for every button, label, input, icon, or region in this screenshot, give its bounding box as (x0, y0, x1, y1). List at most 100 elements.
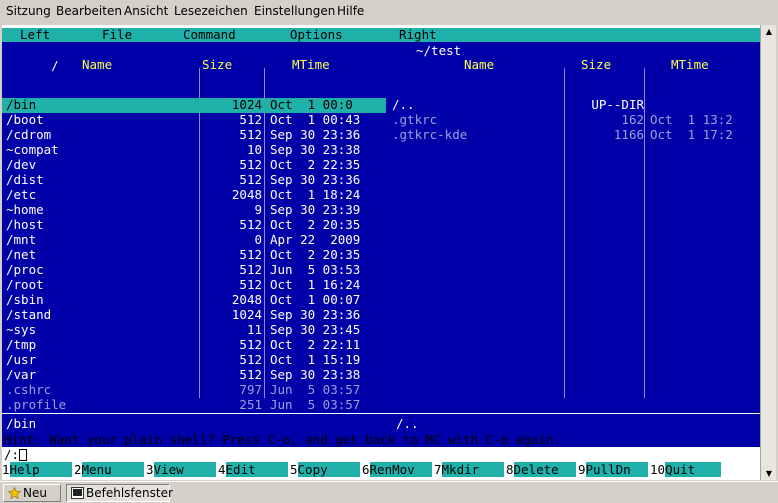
left-file-mtime: Oct 1 18:24 (270, 187, 361, 202)
left-file-row[interactable]: ~compat 10 Sep 30 23:38 (2, 142, 386, 158)
left-file-size: 2048 (231, 187, 262, 202)
right-panel[interactable]: ~/test Name Size MTime /.. UP--DIR .gtkrc 1… (386, 42, 760, 447)
fkey-number: 3 (146, 462, 154, 477)
fkey-menu[interactable]: 2Menu (74, 462, 144, 477)
left-file-name: ~home (6, 202, 44, 217)
left-file-row[interactable]: /boot 512 Oct 1 00:43 (2, 112, 386, 128)
terminal-icon (71, 487, 84, 499)
left-file-size: 512 (239, 217, 262, 232)
left-file-row[interactable]: /mnt 0 Apr 22 2009 (2, 232, 386, 248)
scroll-up-icon[interactable]: ▲ (764, 27, 774, 36)
right-col-size[interactable]: Size (581, 57, 611, 72)
fkey-edit[interactable]: 4Edit (218, 462, 288, 477)
right-panel-status: /.. (396, 416, 419, 431)
vertical-scrollbar[interactable]: ▲ ▼ (760, 25, 776, 480)
left-file-row[interactable]: /sbin 2048 Oct 1 00:07 (2, 292, 386, 308)
left-file-row[interactable]: /tmp 512 Oct 2 22:11 (2, 337, 386, 353)
left-file-row[interactable]: /usr 512 Oct 1 15:19 (2, 352, 386, 368)
left-file-mtime: Apr 22 2009 (270, 232, 361, 247)
right-col-name[interactable]: Name (464, 57, 494, 72)
command-prompt[interactable]: /: (4, 447, 28, 462)
right-file-name: .gtkrc-kde (392, 127, 468, 142)
left-file-name: /stand (6, 307, 52, 322)
left-file-size: 512 (239, 172, 262, 187)
left-file-mtime: Sep 30 23:36 (270, 172, 361, 187)
right-col-mtime[interactable]: MTime (671, 57, 709, 72)
fkey-view[interactable]: 3View (146, 462, 216, 477)
fkey-mkdir[interactable]: 7Mkdir (434, 462, 504, 477)
mc-menu-options[interactable]: Options (290, 27, 343, 42)
fkey-number: 6 (362, 462, 370, 477)
left-file-name: /dist (6, 172, 44, 187)
menu-sitzung[interactable]: Sitzung (6, 4, 51, 18)
left-file-row[interactable]: .profile 251 Jun 5 03:57 (2, 397, 386, 413)
left-file-row[interactable]: .cshrc 797 Jun 5 03:57 (2, 382, 386, 398)
right-file-row[interactable]: .gtkrc 162 Oct 1 13:2 (386, 112, 760, 128)
fkey-copy[interactable]: 5Copy (290, 462, 360, 477)
right-file-row[interactable]: /.. UP--DIR (386, 97, 760, 113)
left-col-size[interactable]: Size (202, 57, 232, 72)
hint-line: Hint: Want your plain shell? Press C-o, … (4, 432, 561, 447)
right-file-row[interactable]: .gtkrc-kde 1166 Oct 1 17:2 (386, 127, 760, 143)
mc-menu-right[interactable]: Right (399, 27, 437, 42)
fkey-number: 8 (506, 462, 514, 477)
new-star-icon (8, 487, 21, 499)
left-file-row[interactable]: /cdrom 512 Sep 30 23:36 (2, 127, 386, 143)
session-tab-befehlsfenster[interactable]: Befehlsfenster (66, 484, 173, 502)
left-file-size: 797 (239, 382, 262, 397)
fkey-help[interactable]: 1Help (2, 462, 72, 477)
mc-menu-file[interactable]: File (102, 27, 132, 42)
menu-lesezeichen[interactable]: Lesezeichen (174, 4, 248, 18)
scroll-down-icon[interactable]: ▼ (764, 469, 774, 478)
left-file-name: .profile (6, 397, 67, 412)
left-file-row[interactable]: /net 512 Oct 2 20:35 (2, 247, 386, 263)
fkey-label: Menu (81, 462, 144, 477)
left-file-row[interactable]: /var 512 Sep 30 23:38 (2, 367, 386, 383)
mc-menu-command[interactable]: Command (183, 27, 236, 42)
left-panel-separator (2, 413, 386, 414)
fkey-delete[interactable]: 8Delete (506, 462, 576, 477)
mc-menu-left[interactable]: Left (20, 27, 50, 42)
left-file-row[interactable]: /root 512 Oct 1 16:24 (2, 277, 386, 293)
left-file-row[interactable]: /host 512 Oct 2 20:35 (2, 217, 386, 233)
fkey-number: 9 (578, 462, 586, 477)
menu-ansicht[interactable]: Ansicht (124, 4, 168, 18)
left-file-row[interactable]: /dev 512 Oct 2 22:35 (2, 157, 386, 173)
fkey-number: 5 (290, 462, 298, 477)
new-session-button[interactable]: Neu (3, 484, 61, 502)
menu-bearbeiten[interactable]: Bearbeiten (56, 4, 122, 18)
fkey-label: Help (9, 462, 72, 477)
menu-hilfe[interactable]: Hilfe (337, 4, 364, 18)
left-file-row[interactable]: /etc 2048 Oct 1 18:24 (2, 187, 386, 203)
left-file-row[interactable]: /stand 1024 Sep 30 23:36 (2, 307, 386, 323)
fkey-label: RenMov (369, 462, 432, 477)
left-file-name: ~compat (6, 142, 59, 157)
fkey-label: Mkdir (441, 462, 504, 477)
left-file-mtime: Oct 1 00:43 (270, 112, 361, 127)
left-file-row[interactable]: ~home 9 Sep 30 23:39 (2, 202, 386, 218)
left-file-size: 512 (239, 277, 262, 292)
left-file-row[interactable]: ~sys 11 Sep 30 23:45 (2, 322, 386, 338)
left-file-mtime: Sep 30 23:38 (270, 367, 361, 382)
left-file-mtime: Sep 30 23:39 (270, 202, 361, 217)
fkey-quit[interactable]: 10Quit (650, 462, 722, 477)
left-file-row[interactable]: /proc 512 Jun 5 03:53 (2, 262, 386, 278)
left-file-mtime: Oct 2 22:11 (270, 337, 361, 352)
left-file-row[interactable]: /bin 1024 Oct 1 00:0 (2, 97, 386, 113)
left-file-name: /proc (6, 262, 44, 277)
terminal[interactable]: Left File Command Options Right / Name S… (2, 25, 760, 480)
fkey-number: 10 (650, 462, 666, 477)
fkey-pulldn[interactable]: 9PullDn (578, 462, 648, 477)
menu-bar: Sitzung Bearbeiten Ansicht Lesezeichen E… (0, 0, 778, 24)
session-tab-label: Befehlsfenster (86, 486, 173, 500)
left-col-mtime[interactable]: MTime (292, 57, 330, 72)
left-file-mtime: Sep 30 23:45 (270, 322, 361, 337)
fkey-label: Edit (225, 462, 288, 477)
right-file-size: UP--DIR (591, 97, 644, 112)
left-file-row[interactable]: /dist 512 Sep 30 23:36 (2, 172, 386, 188)
fkey-renmov[interactable]: 6RenMov (362, 462, 432, 477)
left-panel-path: / (6, 43, 59, 88)
menu-einstellungen[interactable]: Einstellungen (254, 4, 335, 18)
left-panel[interactable]: / Name Size MTime /bin 1024 Oct 1 00:0/boo… (2, 42, 386, 447)
left-col-name[interactable]: Name (82, 57, 112, 72)
